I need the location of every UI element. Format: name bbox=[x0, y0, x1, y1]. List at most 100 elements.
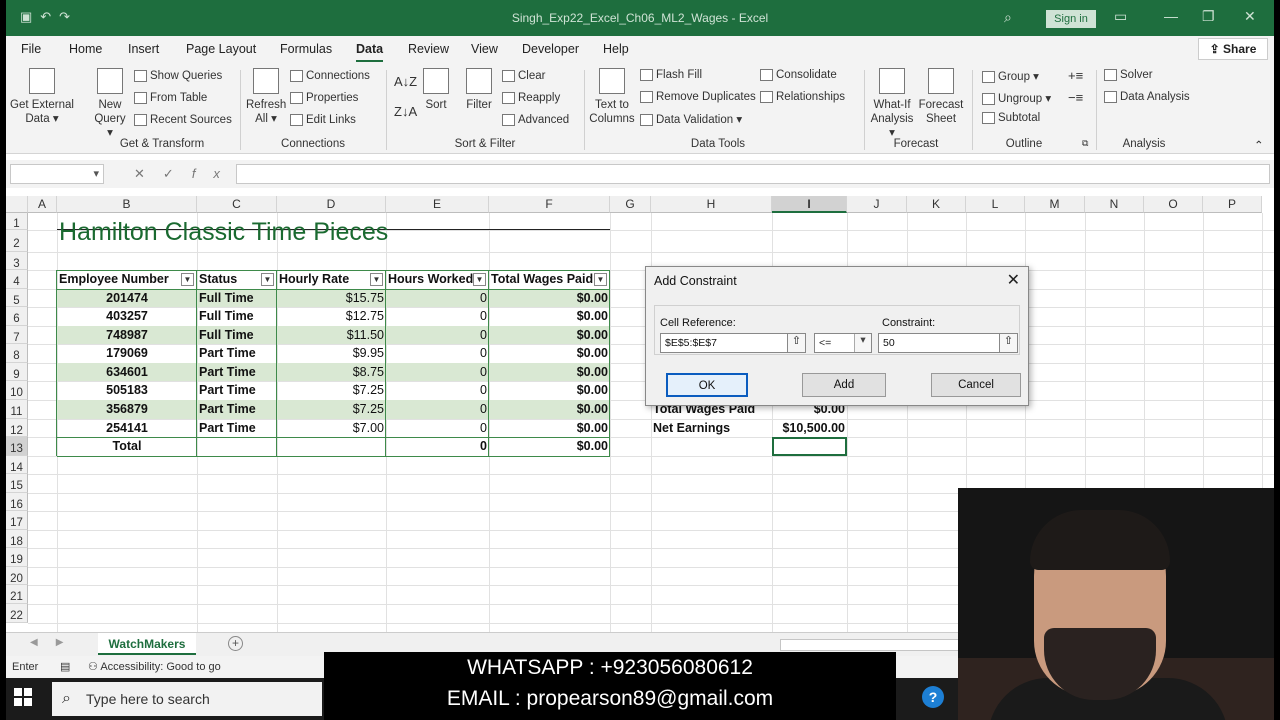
accessibility-status[interactable]: ⚇ Accessibility: Good to go bbox=[88, 660, 221, 673]
enter-icon[interactable]: ✓ bbox=[163, 166, 192, 181]
row-header-2[interactable]: 2 bbox=[6, 230, 28, 252]
table-cell[interactable]: $0.00 bbox=[489, 307, 610, 326]
table-cell[interactable]: $8.75 bbox=[277, 363, 386, 381]
row-header-18[interactable]: 18 bbox=[6, 530, 28, 548]
get-external-data-button[interactable]: Get External Data ▾ bbox=[10, 68, 74, 126]
summary-value[interactable]: $10,500.00 bbox=[772, 419, 847, 437]
clear-button[interactable]: Clear bbox=[502, 70, 545, 82]
ribbon-display-icon[interactable]: ▭ bbox=[1114, 8, 1127, 25]
cancel-icon[interactable]: ✕ bbox=[134, 166, 163, 181]
table-cell[interactable]: Part Time bbox=[197, 363, 277, 381]
from-table-button[interactable]: From Table bbox=[134, 92, 207, 104]
table-cell[interactable]: Full Time bbox=[197, 307, 277, 326]
table-cell[interactable]: $0.00 bbox=[489, 400, 610, 419]
connections-button[interactable]: Connections bbox=[290, 70, 370, 82]
table-cell[interactable]: 356879 bbox=[57, 400, 197, 419]
text-to-columns-button[interactable]: Text to Columns bbox=[588, 68, 636, 126]
advanced-button[interactable]: Advanced bbox=[502, 114, 569, 126]
name-box[interactable] bbox=[10, 164, 104, 184]
relationships-button[interactable]: Relationships bbox=[760, 91, 845, 103]
fx-icon[interactable]: fx bbox=[192, 166, 238, 181]
sheet-tab-watchmakers[interactable]: WatchMakers bbox=[98, 633, 196, 655]
row-header-19[interactable]: 19 bbox=[6, 548, 28, 567]
hide-detail-icon[interactable]: −≡ bbox=[1068, 90, 1083, 105]
row-header-9[interactable]: 9 bbox=[6, 363, 28, 381]
ungroup-button[interactable]: Ungroup ▾ bbox=[982, 91, 1051, 105]
ok-button[interactable]: OK bbox=[666, 373, 748, 397]
table-cell[interactable]: 0 bbox=[386, 400, 489, 419]
table-cell[interactable]: 505183 bbox=[57, 381, 197, 400]
tab-developer[interactable]: Developer bbox=[522, 42, 579, 56]
table-cell[interactable]: $0.00 bbox=[489, 381, 610, 400]
column-header-n[interactable]: N bbox=[1085, 196, 1144, 213]
column-header-o[interactable]: O bbox=[1144, 196, 1203, 213]
operator-select[interactable]: <= bbox=[814, 333, 872, 353]
close-icon[interactable]: ✕ bbox=[1007, 270, 1020, 290]
filter-button[interactable]: Filter bbox=[462, 68, 496, 112]
column-header-p[interactable]: P bbox=[1203, 196, 1262, 213]
maximize-icon[interactable]: ❐ bbox=[1202, 8, 1215, 25]
table-cell[interactable]: Part Time bbox=[197, 344, 277, 363]
row-header-13[interactable]: 13 bbox=[6, 437, 28, 456]
column-header-e[interactable]: E bbox=[386, 196, 489, 213]
help-icon[interactable]: ? bbox=[922, 686, 944, 708]
tab-review[interactable]: Review bbox=[408, 42, 449, 56]
collapse-dialog-icon[interactable]: ⇧ bbox=[787, 334, 805, 352]
tab-home[interactable]: Home bbox=[69, 42, 102, 56]
column-header-f[interactable]: F bbox=[489, 196, 610, 213]
row-header-15[interactable]: 15 bbox=[6, 474, 28, 493]
search-icon[interactable]: ⌕ bbox=[1004, 9, 1012, 26]
column-header-a[interactable]: A bbox=[28, 196, 57, 213]
properties-button[interactable]: Properties bbox=[290, 92, 358, 104]
refresh-all-button[interactable]: Refresh All ▾ bbox=[246, 68, 286, 126]
close-icon[interactable]: ✕ bbox=[1244, 8, 1256, 25]
recent-sources-button[interactable]: Recent Sources bbox=[134, 114, 232, 126]
table-cell[interactable]: 0 bbox=[386, 363, 489, 381]
sort-az-icon[interactable]: A↓Z bbox=[394, 74, 417, 89]
share-button[interactable]: ⇪ Share bbox=[1198, 38, 1268, 60]
table-cell[interactable]: 748987 bbox=[57, 326, 197, 344]
table-cell[interactable]: Part Time bbox=[197, 419, 277, 437]
table-cell[interactable]: 0 bbox=[386, 344, 489, 363]
new-query-button[interactable]: New Query ▾ bbox=[90, 68, 130, 140]
sort-button[interactable]: Sort bbox=[420, 68, 452, 112]
table-cell[interactable]: 254141 bbox=[57, 419, 197, 437]
row-header-21[interactable]: 21 bbox=[6, 585, 28, 604]
table-cell[interactable]: $15.75 bbox=[277, 289, 386, 307]
edit-links-button[interactable]: Edit Links bbox=[290, 114, 356, 126]
subtotal-button[interactable]: Subtotal bbox=[982, 112, 1040, 124]
column-header-g[interactable]: G bbox=[610, 196, 651, 213]
sort-za-icon[interactable]: Z↓A bbox=[394, 104, 417, 119]
row-header-16[interactable]: 16 bbox=[6, 493, 28, 511]
row-header-11[interactable]: 11 bbox=[6, 400, 28, 419]
sign-in-button[interactable]: Sign in bbox=[1046, 10, 1096, 28]
row-header-3[interactable]: 3 bbox=[6, 252, 28, 270]
table-cell[interactable]: 179069 bbox=[57, 344, 197, 363]
filter-dropdown-icon[interactable]: ▼ bbox=[261, 273, 274, 286]
reapply-button[interactable]: Reapply bbox=[502, 92, 560, 104]
table-cell[interactable]: 0 bbox=[386, 307, 489, 326]
table-cell[interactable]: Part Time bbox=[197, 381, 277, 400]
row-header-10[interactable]: 10 bbox=[6, 381, 28, 400]
active-cell[interactable] bbox=[772, 437, 847, 456]
filter-dropdown-icon[interactable]: ▼ bbox=[594, 273, 607, 286]
row-header-12[interactable]: 12 bbox=[6, 419, 28, 437]
table-cell[interactable]: $0.00 bbox=[489, 419, 610, 437]
collapse-ribbon-icon[interactable]: ⌃ bbox=[1254, 138, 1264, 152]
minimize-icon[interactable]: — bbox=[1164, 8, 1178, 24]
solver-button[interactable]: Solver bbox=[1104, 69, 1153, 81]
remove-duplicates-button[interactable]: Remove Duplicates bbox=[640, 91, 756, 103]
add-button[interactable]: Add bbox=[802, 373, 886, 397]
row-header-17[interactable]: 17 bbox=[6, 511, 28, 530]
table-cell[interactable]: $7.25 bbox=[277, 400, 386, 419]
row-header-1[interactable]: 1 bbox=[6, 213, 28, 230]
windows-start-icon[interactable] bbox=[14, 688, 32, 706]
cell-reference-input[interactable]: $E$5:$E$7 ⇧ bbox=[660, 333, 806, 353]
row-header-4[interactable]: 4 bbox=[6, 270, 28, 289]
group-button[interactable]: Group ▾ bbox=[982, 69, 1039, 83]
flash-fill-button[interactable]: Flash Fill bbox=[640, 69, 702, 81]
select-all-corner[interactable] bbox=[6, 196, 28, 213]
show-queries-button[interactable]: Show Queries bbox=[134, 70, 222, 82]
tab-formulas[interactable]: Formulas bbox=[280, 42, 332, 56]
column-header-h[interactable]: H bbox=[651, 196, 772, 213]
